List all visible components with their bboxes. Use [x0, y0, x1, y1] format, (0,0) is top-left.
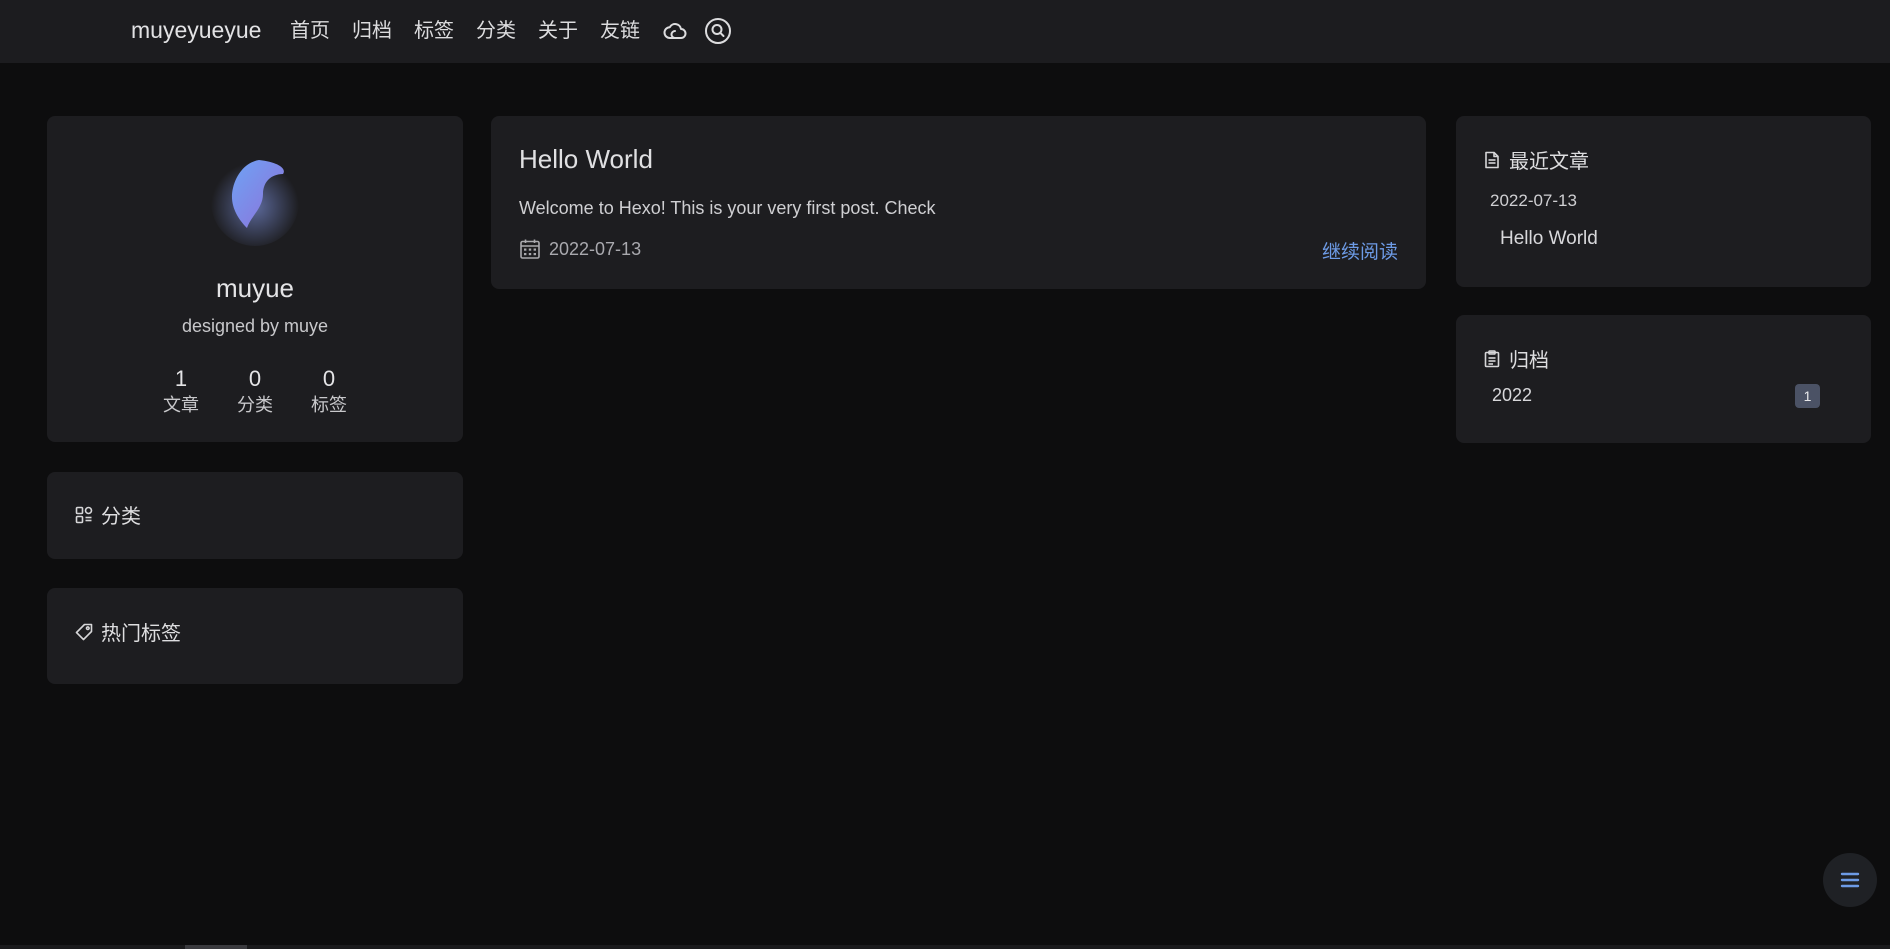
archive-icon [1484, 349, 1500, 367]
read-more-link[interactable]: 继续阅读 [1322, 237, 1398, 264]
recent-post-link[interactable]: Hello World [1500, 228, 1598, 250]
top-navbar: muyeyueyue 首页 归档 标签 分类 关于 友链 [0, 0, 1890, 63]
profile-name: muyue [215, 273, 295, 303]
nav-friends[interactable]: 友链 [600, 17, 640, 45]
stat-posts[interactable]: 1 文章 [144, 365, 218, 417]
tag-icon [75, 623, 93, 640]
archive-title-text: 归档 [1509, 350, 1549, 372]
nav-about[interactable]: 关于 [538, 17, 578, 45]
categories-widget-title: 分类 [75, 500, 141, 529]
post-title[interactable]: Hello World [519, 144, 653, 175]
nav-tags[interactable]: 标签 [414, 17, 454, 45]
archive-widget-title: 归档 [1483, 344, 1549, 373]
cloud-icon[interactable] [662, 17, 690, 45]
post-date: 2022-07-13 [549, 238, 642, 259]
stat-label: 标签 [311, 395, 347, 415]
category-icon [75, 506, 93, 523]
nav-home[interactable]: 首页 [290, 17, 330, 45]
bottom-scrollbar-track [0, 945, 1890, 949]
archive-count-badge: 1 [1795, 384, 1820, 408]
main-nav: 首页 归档 标签 分类 关于 友链 [290, 17, 746, 45]
post-meta: 2022-07-13 [519, 238, 641, 260]
menu-icon [1840, 872, 1860, 888]
nav-categories[interactable]: 分类 [476, 17, 516, 45]
stat-label: 文章 [163, 395, 199, 415]
avatar [207, 152, 303, 248]
archive-widget [1456, 315, 1871, 443]
stat-label: 分类 [237, 395, 273, 415]
archive-year-link[interactable]: 2022 [1492, 385, 1532, 406]
categories-title-text: 分类 [101, 506, 141, 528]
profile-stats: 1 文章 0 分类 0 标签 [47, 365, 463, 417]
stat-value: 1 [174, 366, 188, 391]
menu-fab-button[interactable] [1823, 853, 1877, 907]
hot-tags-widget-title: 热门标签 [75, 617, 181, 646]
horizontal-scrollbar-thumb[interactable] [185, 945, 247, 949]
post-excerpt: Welcome to Hexo! This is your very first… [519, 198, 936, 218]
site-brand[interactable]: muyeyueyue [131, 17, 261, 44]
search-icon[interactable] [704, 17, 732, 45]
stat-value: 0 [248, 366, 262, 391]
stat-value: 0 [322, 366, 336, 391]
recent-posts-title-text: 最近文章 [1509, 151, 1589, 173]
recent-post-date: 2022-07-13 [1490, 191, 1577, 210]
calendar-icon [520, 239, 540, 259]
document-icon [1485, 151, 1499, 168]
stat-tags[interactable]: 0 标签 [292, 365, 366, 417]
hot-tags-title-text: 热门标签 [101, 623, 181, 645]
stat-categories[interactable]: 0 分类 [218, 365, 292, 417]
profile-description: designed by muye [181, 316, 329, 336]
nav-archive[interactable]: 归档 [352, 17, 392, 45]
recent-posts-title: 最近文章 [1483, 145, 1589, 174]
